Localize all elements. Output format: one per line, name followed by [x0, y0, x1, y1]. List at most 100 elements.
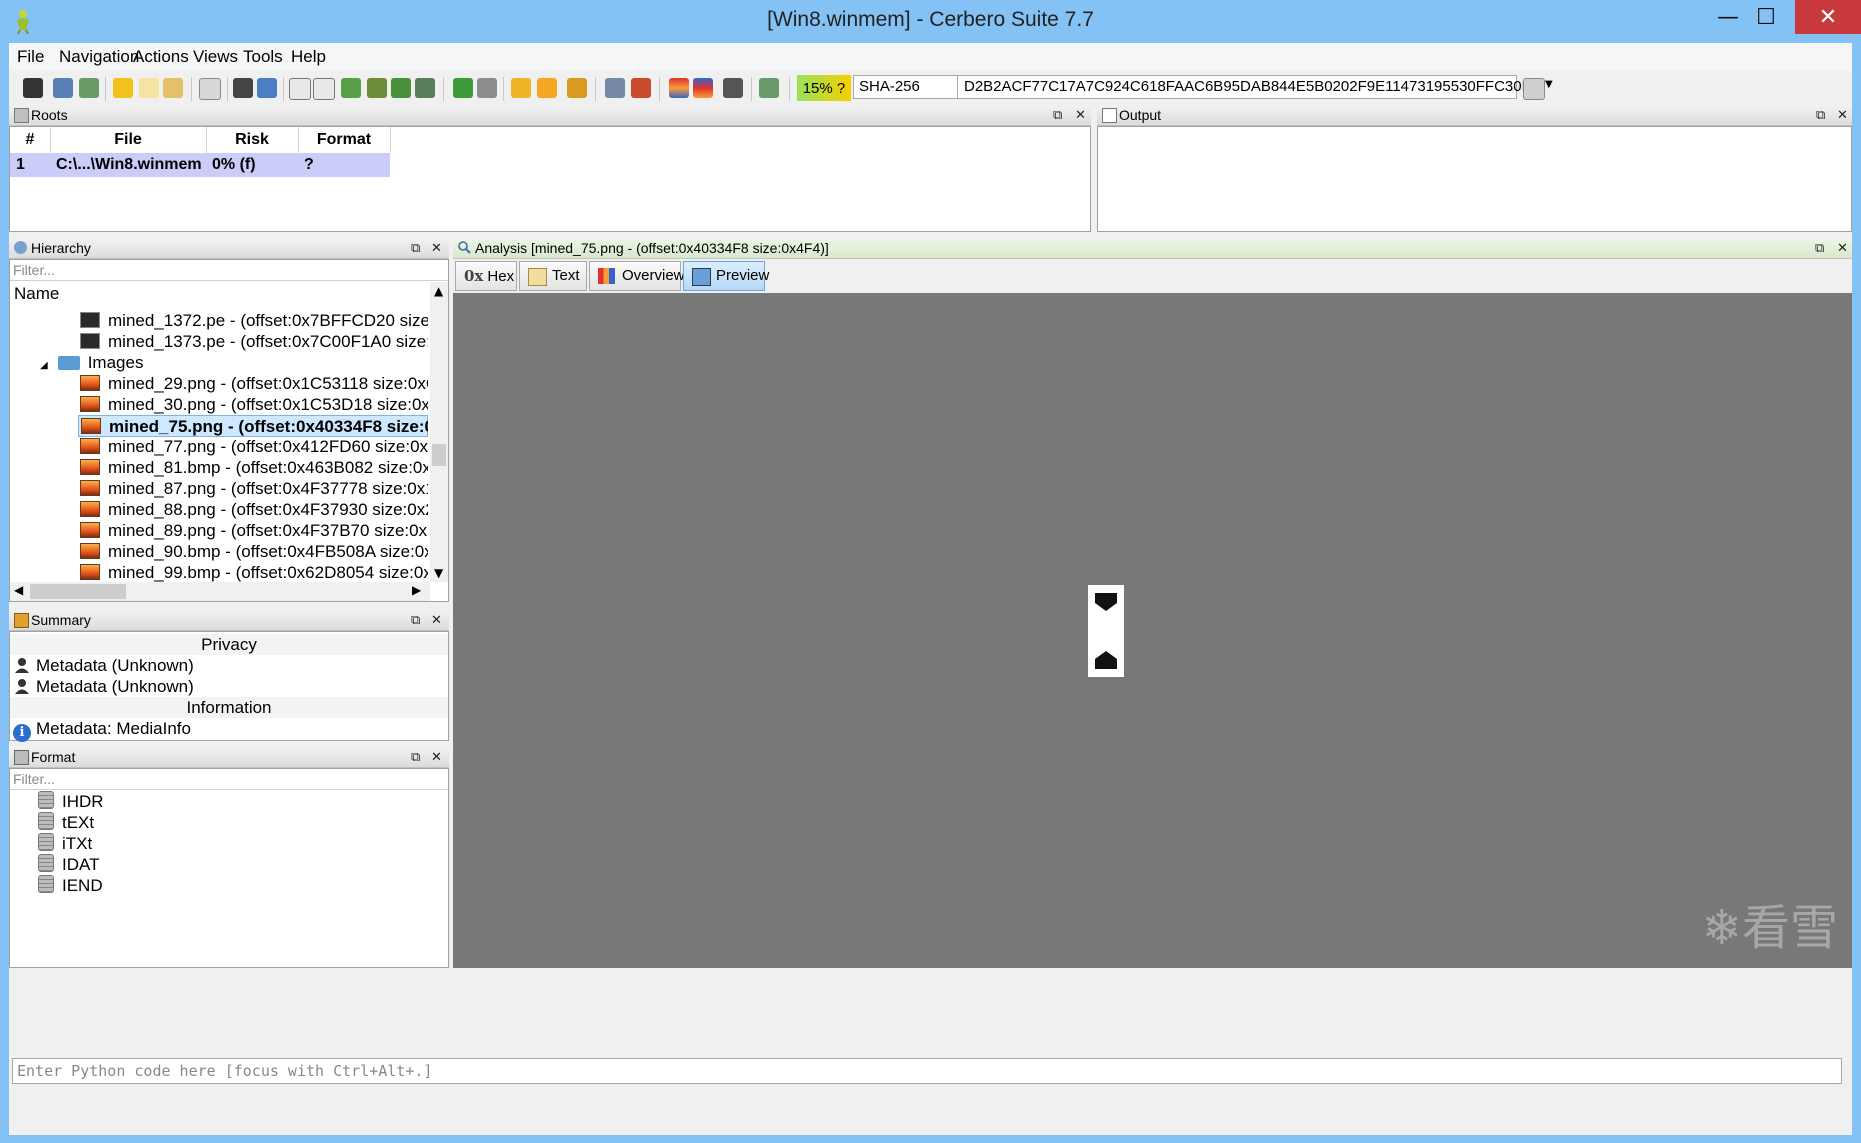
analysis-close-button[interactable]: ✕ — [1837, 238, 1848, 258]
pencil-icon[interactable] — [631, 78, 651, 98]
hierarchy-float-button[interactable]: ⧉ — [411, 238, 420, 258]
tree-item[interactable]: mined_1373.pe - (offset:0x7C00F1A0 size:… — [80, 331, 428, 353]
risk-badge[interactable]: 15% ? — [797, 75, 851, 101]
forward-arrow-icon[interactable] — [477, 78, 497, 98]
format-filter-input[interactable]: Filter... — [10, 769, 448, 790]
list-item[interactable]: Metadata (Unknown) — [10, 676, 194, 697]
menu-actions[interactable]: Actions — [133, 47, 189, 67]
new-file-icon[interactable] — [139, 78, 159, 98]
hash-icon[interactable] — [723, 78, 743, 98]
lightning-icon[interactable] — [113, 78, 133, 98]
save-icon[interactable] — [23, 78, 43, 98]
tree-item[interactable]: mined_77.png - (offset:0x412FD60 size:0x… — [80, 436, 428, 458]
window-icon[interactable] — [289, 78, 311, 100]
import-icon[interactable] — [163, 78, 183, 98]
menu-file[interactable]: File — [17, 47, 44, 67]
menu-tools[interactable]: Tools — [243, 47, 283, 67]
format-item[interactable]: IDAT — [38, 854, 99, 876]
layout-icon[interactable] — [693, 78, 713, 98]
format-close-button[interactable]: ✕ — [431, 747, 442, 767]
format-item[interactable]: IEND — [38, 875, 103, 897]
tab-text[interactable]: Text — [519, 261, 587, 291]
toolbar-overflow-icon[interactable]: ▼ — [1545, 79, 1553, 90]
tree-item[interactable]: mined_29.png - (offset:0x1C53118 size:0x… — [80, 373, 428, 395]
roots-float-button[interactable]: ⧉ — [1053, 105, 1062, 125]
title-bar[interactable]: [Win8.winmem] - Cerbero Suite 7.7 — ☐ ✕ — [0, 0, 1861, 43]
menu-help[interactable]: Help — [291, 47, 326, 67]
hierarchy-hscrollbar[interactable]: ◀ ▶ — [10, 582, 430, 601]
output-float-button[interactable]: ⧉ — [1816, 105, 1825, 125]
roots-col-risk[interactable]: Risk — [206, 127, 299, 153]
format-tree: Filter... IHDR tEXt iTXt IDAT IEND — [9, 768, 449, 968]
hash-value-field[interactable]: D2B2ACF77C17A7C924C618FAAC6B95DAB844E5B0… — [957, 75, 1540, 99]
menu-views[interactable]: Views — [193, 47, 238, 67]
open-project-icon[interactable] — [53, 78, 73, 98]
format-item[interactable]: iTXt — [38, 833, 92, 855]
disk-icon[interactable] — [233, 78, 253, 98]
format-float-button[interactable]: ⧉ — [411, 747, 420, 767]
bookmark-add-icon[interactable] — [341, 78, 361, 98]
hex-view-icon[interactable] — [669, 78, 689, 98]
hierarchy-column-name[interactable]: Name — [14, 284, 59, 304]
refresh-icon[interactable] — [257, 78, 277, 98]
hierarchy-close-button[interactable]: ✕ — [431, 238, 442, 258]
output-close-button[interactable]: ✕ — [1837, 105, 1848, 125]
tree-item[interactable]: mined_89.png - (offset:0x4F37B70 size:0x… — [80, 520, 428, 542]
menu-navigation[interactable]: Navigation — [59, 47, 139, 67]
output-text-area[interactable] — [1097, 126, 1852, 232]
tree-item-selected[interactable]: mined_75.png - (offset:0x40334F8 size:0x… — [78, 415, 428, 437]
roots-col-num[interactable]: # — [10, 127, 51, 153]
roots-close-button[interactable]: ✕ — [1075, 105, 1086, 125]
roots-col-format[interactable]: Format — [298, 127, 391, 153]
close-button[interactable]: ✕ — [1795, 0, 1861, 34]
tree-item[interactable]: mined_30.png - (offset:0x1C53D18 size:0x… — [80, 394, 428, 416]
tree-item[interactable]: mined_81.bmp - (offset:0x463B082 size:0x… — [80, 457, 428, 479]
scroll-right-icon[interactable]: ▶ — [412, 583, 421, 597]
find-icon[interactable] — [367, 78, 387, 98]
tab-overview[interactable]: Overview — [589, 261, 685, 291]
collapse-arrow-icon[interactable]: ◢ — [40, 360, 48, 371]
python-icon[interactable] — [759, 78, 779, 98]
analysis-float-button[interactable]: ⧉ — [1815, 238, 1824, 258]
arrow-down-up-icon — [1095, 593, 1117, 669]
save-project-icon[interactable] — [79, 78, 99, 98]
roots-table: # File Risk Format 1 C:\...\Win8.winmem … — [9, 126, 1091, 232]
scroll-down-icon[interactable]: ▼ — [434, 566, 443, 580]
tree-folder-images[interactable]: ◢ Images — [40, 352, 143, 374]
star-icon[interactable] — [537, 78, 557, 98]
hierarchy-filter-input[interactable]: Filter... — [10, 260, 448, 281]
star-add-icon[interactable] — [567, 78, 587, 98]
goto-icon[interactable] — [391, 78, 411, 98]
format-item[interactable]: tEXt — [38, 812, 94, 834]
hierarchy-vscrollbar[interactable]: ▲ ▼ — [430, 282, 448, 582]
scroll-thumb[interactable] — [432, 444, 446, 466]
scroll-left-icon[interactable]: ◀ — [14, 583, 23, 597]
analysis-tab-bar: 0x Hex Text Overview Preview — [453, 259, 1852, 293]
format-item[interactable]: IHDR — [38, 791, 104, 813]
list-item[interactable]: Metadata (Unknown) — [10, 655, 194, 676]
maximize-button[interactable]: ☐ — [1739, 0, 1793, 34]
python-input[interactable]: Enter Python code here [focus with Ctrl+… — [12, 1058, 1842, 1084]
tree-item[interactable]: mined_1372.pe - (offset:0x7BFFCD20 size:… — [80, 310, 428, 332]
copy-window-icon[interactable] — [199, 78, 221, 100]
tree-item[interactable]: mined_88.png - (offset:0x4F37930 size:0x… — [80, 499, 428, 521]
summary-float-button[interactable]: ⧉ — [411, 610, 420, 630]
list-item[interactable]: i Metadata: MediaInfo — [10, 718, 191, 742]
image-preview-area[interactable]: ❄看雪 — [453, 293, 1852, 968]
filter-icon[interactable] — [415, 78, 435, 98]
tree-item[interactable]: mined_90.bmp - (offset:0x4FB508A size:0x… — [80, 541, 428, 563]
tree-item[interactable]: mined_99.bmp - (offset:0x62D8054 size:0x… — [80, 562, 428, 582]
back-arrow-icon[interactable] — [453, 78, 473, 98]
scroll-up-icon[interactable]: ▲ — [434, 284, 443, 298]
copy-hash-icon[interactable] — [1523, 78, 1545, 100]
tree-item[interactable]: mined_87.png - (offset:0x4F37778 size:0x… — [80, 478, 428, 500]
roots-col-file[interactable]: File — [50, 127, 207, 153]
star-settings-icon[interactable] — [511, 78, 531, 98]
tab-hex[interactable]: 0x Hex — [455, 261, 517, 291]
window-split-icon[interactable] — [313, 78, 335, 100]
scanner-icon[interactable] — [605, 78, 625, 98]
image-file-icon — [80, 438, 100, 454]
hscroll-thumb[interactable] — [30, 584, 126, 599]
summary-close-button[interactable]: ✕ — [431, 610, 442, 630]
tab-preview[interactable]: Preview — [683, 261, 769, 291]
